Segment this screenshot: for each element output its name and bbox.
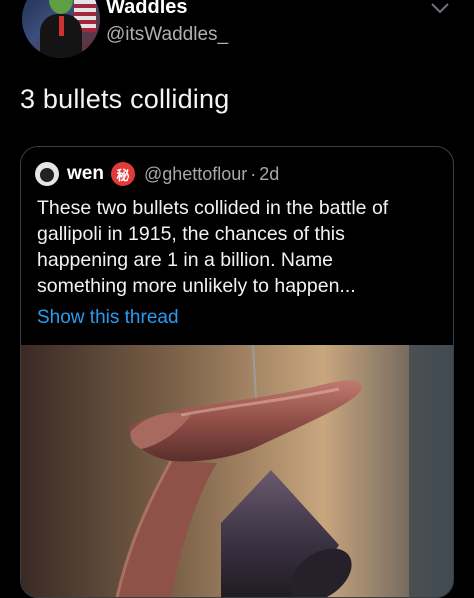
badge-icon: 秘 bbox=[110, 162, 135, 186]
quoted-tweet[interactable]: wen 秘 @ghettoflour · 2d These two bullet… bbox=[20, 146, 454, 598]
quoted-handle: @ghettoflour bbox=[143, 163, 248, 184]
quoted-text-line: happening are 1 in a billion. Name bbox=[37, 249, 333, 271]
tweet: Waddles @itsWaddles_ 3 bullets colliding… bbox=[0, 0, 474, 598]
separator-dot: · bbox=[250, 163, 257, 184]
author-avatar[interactable] bbox=[22, 0, 100, 58]
quoted-tweet-header: wen 秘 @ghettoflour · 2d bbox=[35, 161, 279, 187]
tweet-text: 3 bullets colliding bbox=[20, 84, 230, 114]
quoted-tweet-text: These two bullets collided in the battle… bbox=[37, 195, 447, 299]
quoted-timestamp[interactable]: 2d bbox=[259, 164, 279, 185]
quoted-text-line: gallipoli in 1915, the chances of this bbox=[37, 223, 345, 245]
head-graphic bbox=[49, 0, 73, 14]
bullets-photo[interactable] bbox=[21, 345, 453, 597]
chevron-down-icon[interactable] bbox=[430, 2, 450, 14]
author-display-name[interactable]: Waddles bbox=[106, 0, 188, 19]
author-handle[interactable]: @itsWaddles_ bbox=[106, 24, 228, 46]
quoted-text-line: something more unlikely to happen... bbox=[37, 275, 356, 297]
quoted-display-name: wen bbox=[67, 163, 104, 184]
avatar-icon[interactable] bbox=[35, 162, 59, 186]
show-this-thread-link[interactable]: Show this thread bbox=[37, 307, 179, 329]
tie-graphic bbox=[59, 16, 64, 36]
quoted-text-line: These two bullets collided in the battle… bbox=[37, 197, 389, 219]
